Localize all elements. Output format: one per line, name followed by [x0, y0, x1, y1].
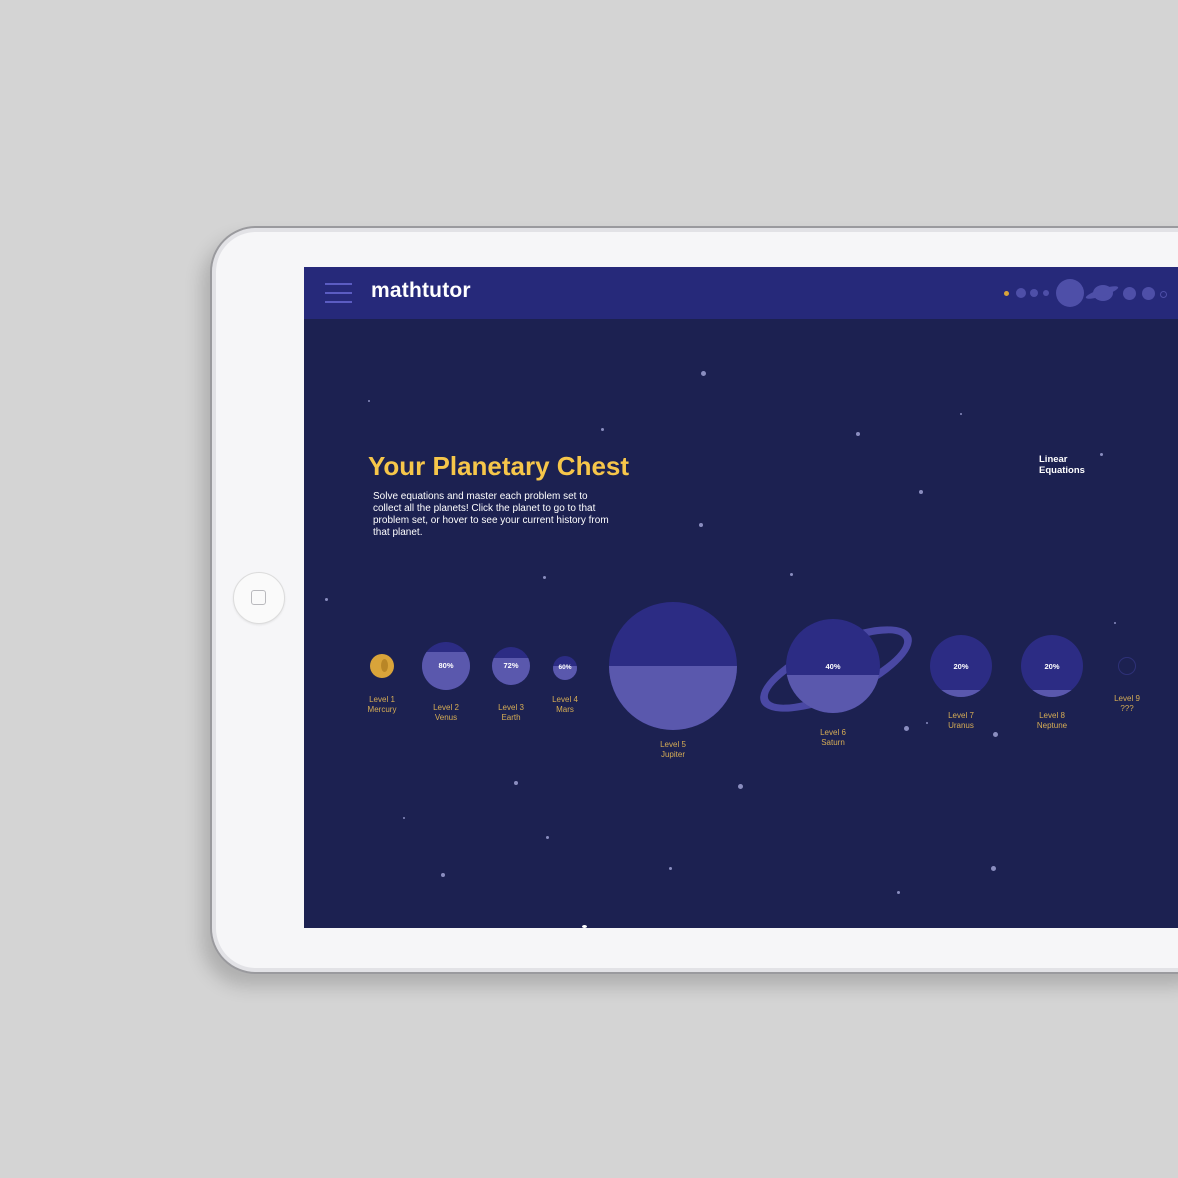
progress-fill — [609, 666, 737, 730]
star — [441, 873, 445, 877]
mini-planet-earth — [1030, 289, 1038, 297]
star — [601, 428, 604, 431]
planet-name: Mars — [556, 705, 574, 714]
planet-label: Level 5 Jupiter — [633, 740, 713, 760]
mini-planet-jupiter — [1056, 279, 1084, 307]
star — [699, 523, 703, 527]
mars-planet-icon: 60% — [553, 656, 577, 680]
star — [856, 432, 860, 436]
planet-level: Level 9 — [1114, 694, 1140, 703]
star — [669, 867, 672, 870]
mini-planet-venus — [1016, 288, 1026, 298]
progress-percent: 80% — [438, 661, 454, 670]
star — [546, 836, 549, 839]
jupiter-planet-icon — [609, 602, 737, 730]
star — [325, 598, 328, 601]
venus-planet-icon: 80% — [422, 642, 470, 690]
progress-percent: 60% — [558, 664, 572, 671]
locked-planet-icon — [1118, 657, 1136, 675]
star — [960, 413, 962, 415]
progress-fill — [1021, 689, 1083, 697]
top-navigation-bar: mathtutor — [304, 267, 1178, 319]
progress-percent: 20% — [1044, 662, 1060, 671]
planet-label: Level 8 Neptune — [1012, 711, 1092, 731]
page-title: Your Planetary Chest — [368, 451, 630, 481]
earth-planet-icon: 72% — [492, 647, 530, 685]
planet-name: Neptune — [1036, 721, 1068, 730]
progress-fill — [422, 651, 470, 690]
planet-name: Saturn — [821, 738, 845, 747]
home-square-icon — [251, 590, 266, 605]
mini-planet-neptune — [1142, 287, 1155, 300]
uranus-planet-icon: 20% — [930, 635, 992, 697]
star — [991, 866, 996, 871]
planet-name: Uranus — [948, 721, 974, 730]
planet-label: Level 4 Mars — [525, 695, 605, 715]
page-description: Solve equations and master each problem … — [373, 491, 609, 538]
planet-level: Level 5 — [660, 740, 686, 749]
star — [403, 817, 405, 819]
star — [790, 573, 793, 576]
neptune-planet-icon: 20% — [1021, 635, 1083, 697]
planet-level: Level 8 — [1039, 711, 1065, 720]
planet-level: Level 4 — [552, 695, 578, 704]
topic-label[interactable]: Linear Equations — [1039, 454, 1109, 476]
planet-level: Level 6 — [820, 728, 846, 737]
star — [701, 371, 706, 376]
planet-label: Level 9 ??? — [1087, 694, 1167, 714]
progress-fill — [930, 689, 992, 697]
star — [904, 726, 909, 731]
star — [738, 784, 743, 789]
mercury-planet-icon — [370, 654, 394, 678]
star — [1114, 622, 1116, 624]
app-screen: mathtutor Your Planetary Chest Solve equ… — [304, 267, 1178, 928]
mini-planet-mercury — [1004, 291, 1009, 296]
planet-name: Jupiter — [660, 750, 685, 759]
progress-fill — [786, 675, 880, 713]
progress-percent: 72% — [503, 661, 519, 670]
saturn-planet-icon: 40% — [786, 619, 880, 713]
star — [514, 781, 518, 785]
planet-label: Level 6 Saturn — [793, 728, 873, 748]
brand-logo: mathtutor — [371, 279, 471, 302]
mini-planet-mars — [1043, 290, 1049, 296]
star — [543, 576, 546, 579]
star — [919, 490, 923, 494]
planet-level: Level 7 — [948, 711, 974, 720]
star — [897, 891, 900, 894]
progress-percent: 20% — [953, 662, 969, 671]
mini-planet-unknown — [1160, 291, 1167, 298]
planet-name: ??? — [1120, 704, 1134, 713]
hamburger-menu-icon[interactable] — [325, 283, 353, 303]
star — [582, 925, 587, 928]
progress-percent: 40% — [825, 662, 841, 671]
star — [993, 732, 998, 737]
mini-planet-uranus — [1123, 287, 1136, 300]
home-button[interactable] — [233, 572, 285, 624]
planet-label: Level 7 Uranus — [921, 711, 1001, 731]
star — [368, 400, 370, 402]
